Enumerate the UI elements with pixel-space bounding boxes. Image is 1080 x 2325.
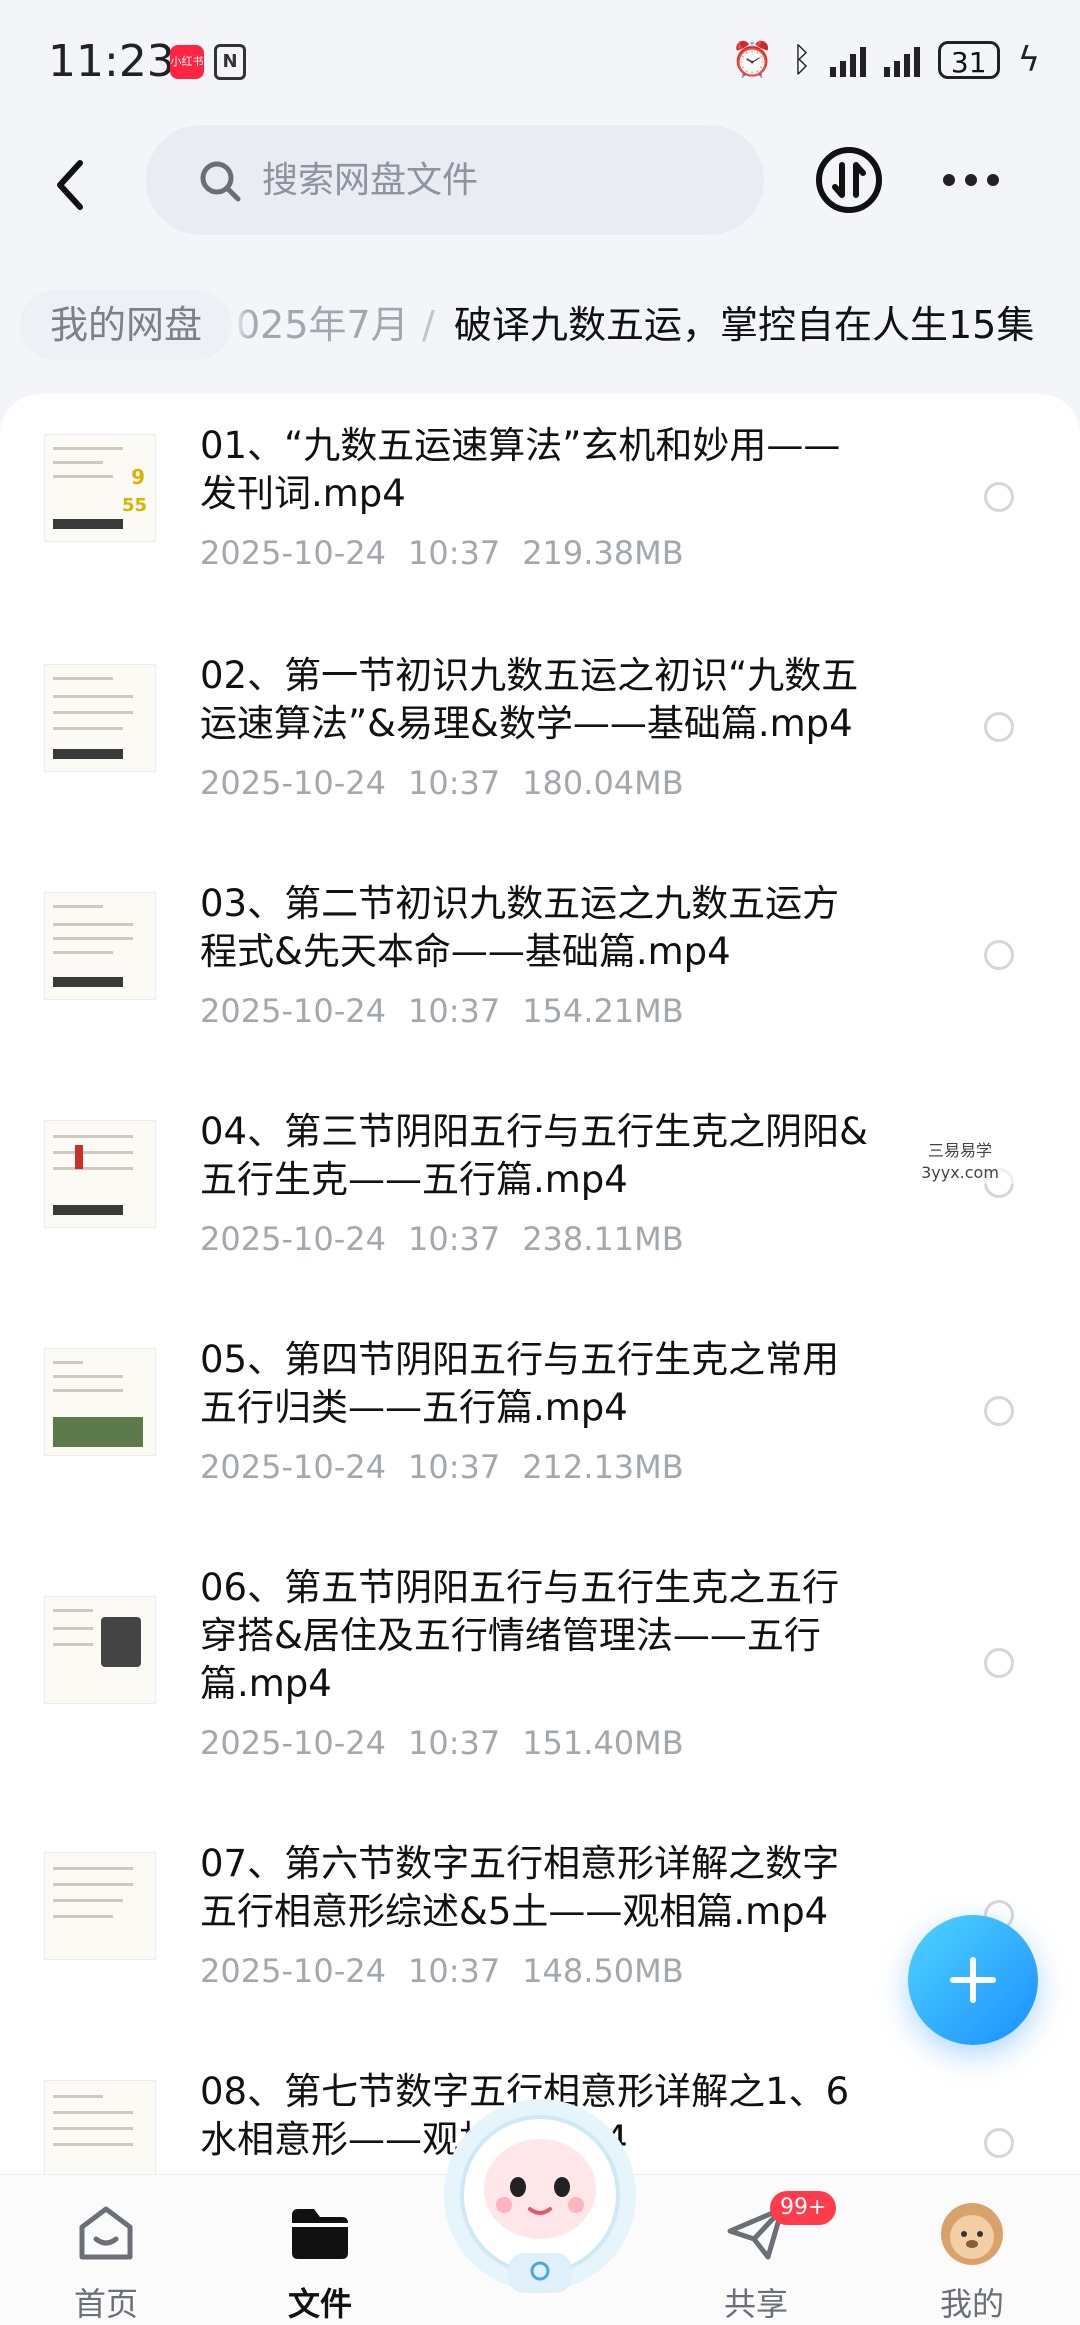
watermark: 三易易学 3yyx.com <box>900 1140 1020 1184</box>
file-date: 2025-10-24 <box>200 534 386 572</box>
file-name: 04、第三节阴阳五行与五行生克之阴阳& 五行生克——五行篇.mp4 <box>200 1110 868 1201</box>
file-meta: 2025-10-24 10:37 180.04MB <box>200 764 706 802</box>
bottom-nav: 首页 文件 99+ 共享 我的 <box>0 2099 1080 2325</box>
breadcrumb: 025年7月 / 破译九数五运，掌控自在人生15集 我的网盘 <box>0 280 1080 370</box>
file-meta: 2025-10-24 10:37 151.40MB <box>200 1724 706 1762</box>
search-input[interactable] <box>260 125 724 237</box>
bluetooth-icon: ᛒ <box>791 40 812 80</box>
avatar <box>941 2203 1003 2265</box>
file-time: 10:37 <box>407 764 501 802</box>
status-bar: 11:23 小红书 N ⏰ ᛒ 31 ϟ <box>0 0 1080 130</box>
file-date: 2025-10-24 <box>200 1448 386 1486</box>
breadcrumb-middle[interactable]: 025年7月 <box>236 290 409 360</box>
sort-icon <box>816 147 882 213</box>
tab-files[interactable]: 文件 <box>240 2193 400 2323</box>
video-thumbnail <box>44 1596 156 1704</box>
charging-icon: ϟ <box>1017 40 1040 80</box>
app-notification-icon: 小红书 <box>170 45 204 79</box>
tab-label: 文件 <box>287 2285 352 2323</box>
folder-icon <box>292 2209 348 2259</box>
search-bar[interactable] <box>146 125 764 237</box>
back-icon <box>57 160 83 210</box>
file-name: 06、第五节阴阳五行与五行生克之五行 穿搭&居住及五行情绪管理法——五行 篇.m… <box>200 1566 840 1705</box>
file-size: 151.40MB <box>522 1724 684 1762</box>
file-size: 212.13MB <box>522 1448 684 1486</box>
file-meta: 2025-10-24 10:37 238.11MB <box>200 1220 706 1258</box>
file-time: 10:37 <box>407 1952 501 1990</box>
file-date: 2025-10-24 <box>200 764 386 802</box>
home-icon <box>79 2206 133 2260</box>
file-size: 219.38MB <box>522 534 684 572</box>
file-size: 238.11MB <box>522 1220 684 1258</box>
signal-icon <box>883 43 920 77</box>
file-time: 10:37 <box>407 534 501 572</box>
video-thumbnail <box>44 2080 156 2174</box>
tab-share[interactable]: 99+ 共享 <box>676 2191 837 2323</box>
nfc-icon: N <box>214 44 246 80</box>
file-name: 05、第四节阴阳五行与五行生克之常用 五行归类——五行篇.mp4 <box>200 1338 840 1429</box>
file-meta: 2025-10-24 10:37 154.21MB <box>200 992 706 1030</box>
more-icon <box>943 174 955 186</box>
file-meta: 2025-10-24 10:37 148.50MB <box>200 1952 706 1990</box>
battery-icon: 31 <box>937 41 1000 79</box>
tab-label: 我的 <box>939 2285 1004 2323</box>
add-button[interactable] <box>908 1915 1038 2045</box>
video-thumbnail <box>44 1852 156 1960</box>
select-checkbox[interactable] <box>984 482 1014 512</box>
notification-badge: 99+ <box>770 2191 837 2225</box>
file-name: 01、“九数五运速算法”玄机和妙用—— 发刊词.mp4 <box>200 424 841 515</box>
file-time: 10:37 <box>407 992 501 1030</box>
select-checkbox[interactable] <box>984 940 1014 970</box>
file-meta: 2025-10-24 10:37 219.38MB <box>200 534 706 572</box>
file-date: 2025-10-24 <box>200 1220 386 1258</box>
alarm-icon: ⏰ <box>731 40 774 80</box>
breadcrumb-current: 破译九数五运，掌控自在人生15集 <box>454 303 1035 347</box>
tab-home[interactable]: 首页 <box>26 2193 186 2323</box>
mascot-icon[interactable] <box>438 2085 642 2295</box>
file-time: 10:37 <box>407 1448 501 1486</box>
back-button[interactable] <box>40 153 104 217</box>
file-list: 9 55 01、“九数五运速算法”玄机和妙用—— 发刊词.mp4 2025-10… <box>0 394 1080 2174</box>
file-size: 180.04MB <box>522 764 684 802</box>
file-date: 2025-10-24 <box>200 992 386 1030</box>
file-size: 154.21MB <box>522 992 684 1030</box>
status-icons: ⏰ ᛒ 31 ϟ <box>731 40 1040 80</box>
more-button[interactable] <box>936 163 1006 197</box>
file-size: 148.50MB <box>522 1952 684 1990</box>
select-checkbox[interactable] <box>984 2128 1014 2158</box>
file-time: 10:37 <box>407 1724 501 1762</box>
video-thumbnail <box>44 664 156 772</box>
breadcrumb-separator: / <box>422 303 435 347</box>
sort-button[interactable] <box>814 145 884 215</box>
video-thumbnail: 9 55 <box>44 434 156 542</box>
status-time: 11:23 <box>48 36 175 87</box>
tab-label: 共享 <box>723 2285 788 2323</box>
file-name: 02、第一节初识九数五运之初识“九数五 运速算法”&易理&数学——基础篇.mp4 <box>200 654 859 745</box>
signal-icon <box>829 43 866 77</box>
select-checkbox[interactable] <box>984 1648 1014 1678</box>
video-thumbnail <box>44 892 156 1000</box>
header <box>0 125 1080 245</box>
select-checkbox[interactable] <box>984 712 1014 742</box>
video-thumbnail <box>44 1120 156 1228</box>
file-time: 10:37 <box>407 1220 501 1258</box>
tab-label: 首页 <box>73 2285 138 2323</box>
tab-mine[interactable]: 我的 <box>892 2193 1052 2323</box>
breadcrumb-root[interactable]: 我的网盘 <box>20 290 233 360</box>
search-icon <box>200 161 241 202</box>
video-thumbnail <box>44 1348 156 1456</box>
file-date: 2025-10-24 <box>200 1724 386 1762</box>
file-name: 03、第二节初识九数五运之九数五运方 程式&先天本命——基础篇.mp4 <box>200 882 840 973</box>
file-meta: 2025-10-24 10:37 212.13MB <box>200 1448 706 1486</box>
file-name: 07、第六节数字五行相意形详解之数字 五行相意形综述&5土——观相篇.mp4 <box>200 1842 840 1933</box>
select-checkbox[interactable] <box>984 1396 1014 1426</box>
file-date: 2025-10-24 <box>200 1952 386 1990</box>
